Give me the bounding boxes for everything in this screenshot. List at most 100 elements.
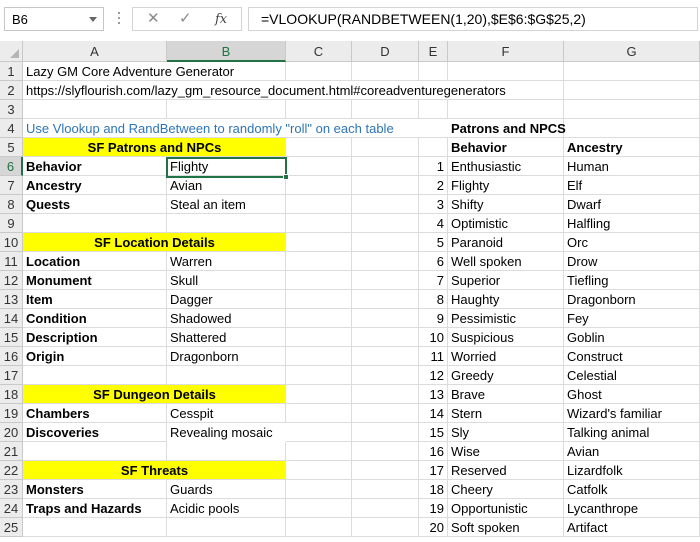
label-cell[interactable]: Ancestry bbox=[23, 176, 167, 195]
column-header-a[interactable]: A bbox=[23, 41, 167, 62]
cell[interactable] bbox=[564, 81, 700, 100]
number-cell[interactable]: 16 bbox=[419, 442, 448, 461]
label-cell[interactable]: Monument bbox=[23, 271, 167, 290]
table-cell[interactable]: Orc bbox=[564, 233, 700, 252]
cell[interactable] bbox=[167, 442, 286, 461]
column-header-d[interactable]: D bbox=[352, 41, 419, 62]
cell[interactable] bbox=[352, 157, 419, 176]
cell[interactable] bbox=[352, 271, 419, 290]
cell[interactable] bbox=[352, 423, 419, 442]
row-header[interactable]: 18 bbox=[0, 385, 23, 404]
formula-input[interactable]: =VLOOKUP(RANDBETWEEN(1,20),$E$6:$G$25,2) bbox=[248, 7, 698, 31]
cell[interactable] bbox=[286, 195, 352, 214]
number-cell[interactable]: 13 bbox=[419, 385, 448, 404]
cell[interactable] bbox=[286, 214, 352, 233]
label-cell[interactable]: Condition bbox=[23, 309, 167, 328]
table-title-cell[interactable]: Patrons and NPCS bbox=[448, 119, 566, 138]
value-cell[interactable]: Shattered bbox=[167, 328, 286, 347]
table-cell[interactable]: Soft spoken bbox=[448, 518, 564, 537]
value-cell[interactable]: Avian bbox=[167, 176, 286, 195]
label-cell[interactable]: Origin bbox=[23, 347, 167, 366]
table-cell[interactable]: Construct bbox=[564, 347, 700, 366]
table-cell[interactable]: Cheery bbox=[448, 480, 564, 499]
table-cell[interactable]: Stern bbox=[448, 404, 564, 423]
cell[interactable] bbox=[352, 480, 419, 499]
number-cell[interactable]: 8 bbox=[419, 290, 448, 309]
number-cell[interactable]: 1 bbox=[419, 157, 448, 176]
cell[interactable] bbox=[286, 442, 352, 461]
cell[interactable] bbox=[286, 176, 352, 195]
table-cell[interactable]: Sly bbox=[448, 423, 564, 442]
cell[interactable] bbox=[352, 252, 419, 271]
number-cell[interactable]: 9 bbox=[419, 309, 448, 328]
cell[interactable] bbox=[286, 499, 352, 518]
cell[interactable] bbox=[448, 100, 564, 119]
table-cell[interactable]: Talking animal bbox=[564, 423, 700, 442]
table-cell[interactable]: Tiefling bbox=[564, 271, 700, 290]
cell[interactable] bbox=[564, 62, 700, 81]
cell[interactable] bbox=[352, 404, 419, 423]
table-cell[interactable]: Well spoken bbox=[448, 252, 564, 271]
table-cell[interactable]: Wizard's familiar bbox=[564, 404, 700, 423]
row-header[interactable]: 12 bbox=[0, 271, 23, 290]
cell[interactable] bbox=[286, 347, 352, 366]
section-header[interactable]: SF Patrons and NPCs bbox=[23, 138, 286, 157]
cell[interactable] bbox=[352, 195, 419, 214]
cell[interactable] bbox=[352, 309, 419, 328]
column-header-b[interactable]: B bbox=[167, 41, 286, 62]
select-all-button[interactable] bbox=[0, 41, 23, 62]
insert-function-icon[interactable]: fx bbox=[215, 11, 227, 29]
section-header[interactable]: SF Threats bbox=[23, 461, 286, 480]
label-cell[interactable]: Item bbox=[23, 290, 167, 309]
number-cell[interactable]: 3 bbox=[419, 195, 448, 214]
column-header-g[interactable]: G bbox=[564, 41, 700, 62]
number-cell[interactable]: 17 bbox=[419, 461, 448, 480]
label-cell[interactable]: Quests bbox=[23, 195, 167, 214]
table-cell[interactable]: Paranoid bbox=[448, 233, 564, 252]
cell[interactable] bbox=[286, 138, 352, 157]
section-header[interactable]: SF Dungeon Details bbox=[23, 385, 286, 404]
label-cell[interactable]: Behavior bbox=[23, 157, 167, 176]
cell[interactable] bbox=[286, 461, 352, 480]
table-cell[interactable]: Drow bbox=[564, 252, 700, 271]
cell[interactable] bbox=[352, 176, 419, 195]
drag-handle-icon[interactable] bbox=[118, 12, 121, 26]
url-cell[interactable]: https://slyflourish.com/lazy_gm_resource… bbox=[23, 81, 563, 100]
cell[interactable] bbox=[23, 214, 167, 233]
instructions-cell[interactable]: Use Vlookup and RandBetween to randomly … bbox=[23, 119, 448, 138]
row-header[interactable]: 9 bbox=[0, 214, 23, 233]
cell[interactable] bbox=[167, 518, 286, 537]
table-cell[interactable]: Enthusiastic bbox=[448, 157, 564, 176]
table-cell[interactable]: Superior bbox=[448, 271, 564, 290]
row-header[interactable]: 22 bbox=[0, 461, 23, 480]
table-cell[interactable]: Reserved bbox=[448, 461, 564, 480]
cell[interactable] bbox=[286, 252, 352, 271]
column-title-cell[interactable]: Behavior bbox=[448, 138, 564, 157]
cell[interactable] bbox=[286, 309, 352, 328]
value-cell[interactable]: Dagger bbox=[167, 290, 286, 309]
number-cell[interactable]: 11 bbox=[419, 347, 448, 366]
table-cell[interactable]: Catfolk bbox=[564, 480, 700, 499]
value-cell[interactable]: Acidic pools bbox=[167, 499, 286, 518]
number-cell[interactable]: 6 bbox=[419, 252, 448, 271]
cell[interactable] bbox=[286, 100, 352, 119]
table-cell[interactable]: Pessimistic bbox=[448, 309, 564, 328]
row-header[interactable]: 4 bbox=[0, 119, 23, 138]
table-cell[interactable]: Flighty bbox=[448, 176, 564, 195]
column-header-f[interactable]: F bbox=[448, 41, 564, 62]
number-cell[interactable]: 14 bbox=[419, 404, 448, 423]
enter-icon[interactable]: ✓ bbox=[179, 10, 192, 28]
table-cell[interactable]: Celestial bbox=[564, 366, 700, 385]
cell[interactable] bbox=[286, 404, 352, 423]
name-box[interactable]: B6 bbox=[4, 7, 104, 31]
table-cell[interactable]: Optimistic bbox=[448, 214, 564, 233]
table-cell[interactable]: Wise bbox=[448, 442, 564, 461]
table-cell[interactable]: Halfling bbox=[564, 214, 700, 233]
cell[interactable] bbox=[352, 100, 419, 119]
value-cell[interactable]: Revealing mosaic bbox=[167, 423, 352, 442]
cell[interactable] bbox=[352, 499, 419, 518]
cell[interactable] bbox=[167, 100, 286, 119]
number-cell[interactable]: 19 bbox=[419, 499, 448, 518]
active-cell[interactable]: Flighty bbox=[167, 157, 286, 176]
value-cell[interactable]: Warren bbox=[167, 252, 286, 271]
